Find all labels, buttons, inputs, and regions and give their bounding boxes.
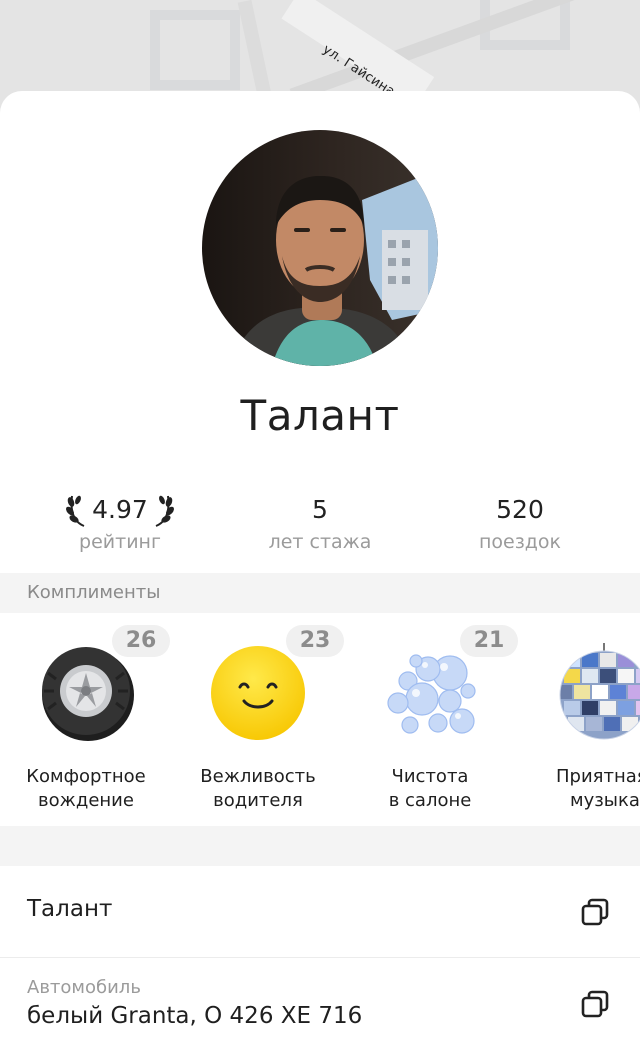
experience-value: 5: [312, 495, 328, 524]
compliment-caption: Вежливость водителя: [200, 766, 316, 811]
wheel-icon: [36, 643, 136, 743]
compliment-politeness[interactable]: 23 Вежливость водителя: [170, 613, 346, 826]
driver-name: Талант: [240, 391, 400, 440]
compliments-carousel[interactable]: 26 Комфортное вождение 23 Вежливость вод…: [0, 613, 640, 826]
driver-name-value: Талант: [27, 896, 113, 922]
laurel-right-icon: [155, 495, 174, 527]
bubbles-icon: [380, 643, 480, 743]
compliments-title: Комплименты: [27, 582, 161, 603]
stat-rating: 4.97 рейтинг: [20, 489, 220, 553]
driver-stats: 4.97 рейтинг 5 лет стажа 520 поездок: [0, 489, 640, 569]
car-value: белый Granta, О 426 ХЕ 716: [27, 1003, 363, 1029]
driver-name-row[interactable]: Талант: [0, 866, 640, 958]
stat-experience: 5 лет стажа: [220, 489, 420, 553]
rating-label: рейтинг: [79, 531, 161, 553]
compliment-caption: Приятная музыка: [556, 766, 640, 811]
car-row[interactable]: Автомобиль белый Granta, О 426 ХЕ 716: [0, 959, 640, 1041]
experience-label: лет стажа: [268, 531, 372, 553]
stat-trips: 520 поездок: [420, 489, 620, 553]
trips-value: 520: [496, 495, 544, 524]
car-label: Автомобиль: [27, 977, 141, 998]
compliment-caption: Чистота в салоне: [388, 766, 472, 811]
compliment-pleasant-music[interactable]: Приятная музыка: [514, 613, 640, 826]
disco-ball-icon: [554, 643, 640, 743]
compliment-comfortable-driving[interactable]: 26 Комфортное вождение: [0, 613, 174, 826]
compliment-cleanliness[interactable]: 21 Чистота в салоне: [342, 613, 518, 826]
laurel-left-icon: [66, 495, 85, 527]
smiley-icon: [208, 643, 308, 743]
section-divider: [0, 826, 640, 866]
copy-icon[interactable]: [580, 897, 610, 927]
driver-avatar: [202, 130, 438, 366]
compliment-caption: Комфортное вождение: [26, 766, 146, 811]
trips-label: поездок: [478, 531, 562, 553]
compliments-header: Комплименты: [0, 573, 640, 613]
copy-icon[interactable]: [580, 989, 610, 1019]
driver-sheet: Талант 4.97 рейтинг 5 лет стажа 520 поез…: [0, 91, 640, 1041]
rating-value: 4.97: [92, 495, 148, 524]
